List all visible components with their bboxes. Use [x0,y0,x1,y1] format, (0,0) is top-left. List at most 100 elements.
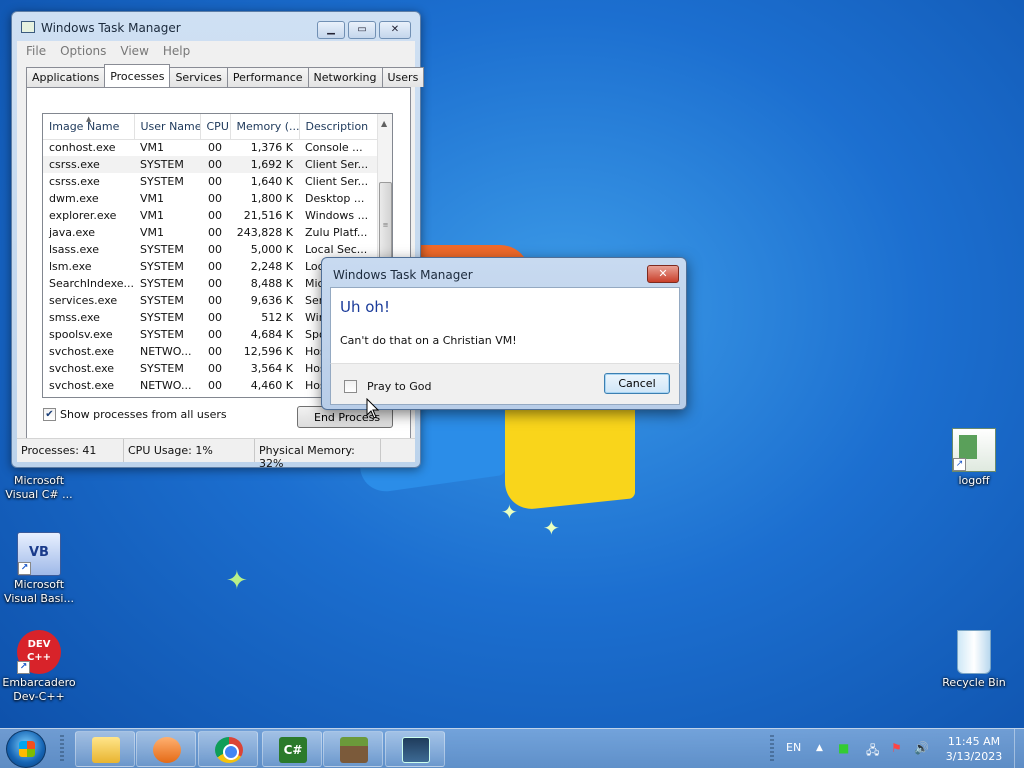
table-row[interactable]: lsass.exe SYSTEM 00 5,000 K Local Sec... [43,241,377,258]
clock-time: 11:45 AM [947,735,1001,748]
table-header-row: ▲ Image Name User Name CPU Memory (... De… [43,114,378,140]
process-memory: 21,516 K [243,209,293,222]
process-user-name: NETWO... [140,379,192,392]
desktop-icon-recycle-bin[interactable]: Recycle Bin [937,630,1011,690]
device-tray-icon[interactable]: ■ [838,741,849,755]
process-memory: 1,640 K [250,175,293,188]
process-user-name: SYSTEM [134,156,200,173]
process-image-name: svchost.exe [49,362,115,375]
show-hidden-icons-icon[interactable]: ▲ [816,743,823,753]
volume-icon[interactable]: 🔊 [914,741,929,755]
network-icon[interactable]: 🖧 [866,741,879,762]
process-description: Zulu Platf... [305,226,368,239]
tab-applications[interactable]: Applications [26,67,106,87]
checkbox-unchecked-icon[interactable] [344,380,357,393]
table-row[interactable]: csrss.exe SYSTEM 00 1,640 K Client Ser... [43,173,377,190]
process-memory: 12,596 K [243,345,293,358]
tab-networking[interactable]: Networking [307,67,383,87]
process-cpu: 00 [208,209,222,222]
column-header-cpu[interactable]: CPU [200,114,231,140]
minecraft-icon [340,737,368,763]
shortcut-arrow-icon: ↗ [17,661,30,674]
table-row[interactable]: explorer.exe VM1 00 21,516 K Windows ... [43,207,377,224]
taskbar-chrome-button[interactable] [198,731,258,767]
process-user-name: SYSTEM [140,277,184,290]
tab-services[interactable]: Services [169,67,228,87]
desktop-icon-visual-csharp[interactable]: Microsoft Visual C# ... [2,474,76,502]
process-image-name: dwm.exe [49,192,99,205]
process-image-name: lsm.exe [49,260,92,273]
process-user-name: VM1 [140,226,165,239]
table-row[interactable]: conhost.exe VM1 00 1,376 K Console ... [43,139,377,156]
show-desktop-button[interactable] [1014,729,1024,768]
desktop-icon-visual-basic[interactable]: VB ↗ Microsoft Visual Basi... [2,532,76,606]
taskbar-media-player-button[interactable] [136,731,196,767]
system-clock[interactable]: 11:45 AM 3/13/2023 [940,734,1008,764]
menu-view[interactable]: View [115,41,157,61]
column-header-memory[interactable]: Memory (... [230,114,300,140]
process-memory: 4,684 K [250,328,293,341]
show-all-processes-checkbox[interactable]: ✔ Show processes from all users [43,408,227,421]
close-button[interactable]: ✕ [379,21,411,39]
process-image-name: smss.exe [49,311,100,324]
process-description: Client Ser... [305,175,369,188]
tab-processes[interactable]: Processes [104,64,171,87]
column-header-image-name[interactable]: ▲ Image Name [43,114,135,140]
process-user-name: SYSTEM [140,362,184,375]
process-memory: 243,828 K [236,226,293,239]
checkbox-checked-icon[interactable]: ✔ [43,408,56,421]
column-header-label: Image Name [49,119,120,133]
minimize-button[interactable]: ▁ [317,21,345,39]
process-memory: 9,636 K [250,294,293,307]
taskbar-grip[interactable] [60,735,64,763]
tray-grip[interactable] [770,735,774,763]
taskbar-task-manager-button[interactable] [385,731,445,767]
dialog-close-button[interactable]: ✕ [647,265,679,283]
process-cpu: 00 [208,175,222,188]
maximize-button[interactable]: ▭ [348,21,376,39]
process-memory: 1,376 K [250,141,293,155]
start-button[interactable] [6,730,46,768]
menu-file[interactable]: File [21,41,55,61]
menu-help[interactable]: Help [158,41,199,61]
action-center-icon[interactable]: ⚑ [891,741,902,755]
process-user-name: VM1 [140,209,165,222]
tab-users[interactable]: Users [381,67,425,87]
sparkle-icon: ✦ [501,500,518,524]
process-image-name: csrss.exe [43,156,134,173]
taskbar-explorer-button[interactable] [75,731,135,767]
desktop-icon-logoff[interactable]: ↗ logoff [937,428,1011,488]
process-user-name: SYSTEM [140,175,184,188]
desktop-icon-label: Microsoft Visual Basi... [4,578,74,605]
process-image-name: java.exe [49,226,96,239]
taskbar-minecraft-button[interactable] [323,731,383,767]
table-row[interactable]: java.exe VM1 00 243,828 K Zulu Platf... [43,224,377,241]
process-user-name: SYSTEM [140,260,184,273]
process-cpu: 00 [208,243,222,256]
clock-date: 3/13/2023 [945,750,1003,763]
menu-options[interactable]: Options [55,41,115,61]
scroll-up-arrow-icon[interactable]: ▲ [381,119,387,128]
desktop-icon-dev-cpp[interactable]: DEV C++ ↗ Embarcadero Dev-C++ [2,630,76,704]
table-row[interactable]: dwm.exe VM1 00 1,800 K Desktop ... [43,190,377,207]
process-image-name: SearchIndexe... [49,277,134,290]
column-header-user-name[interactable]: User Name [134,114,201,140]
cancel-button[interactable]: Cancel [604,373,670,394]
desktop-icon-label: Microsoft Visual C# ... [5,474,73,501]
logoff-icon: ↗ [952,428,996,472]
process-memory: 2,248 K [250,260,293,273]
language-indicator[interactable]: EN [786,741,801,754]
table-row[interactable]: csrss.exe SYSTEM 00 1,692 K Client Ser... [43,156,377,173]
column-header-description[interactable]: Description [299,114,378,140]
pray-checkbox[interactable]: Pray to God [344,380,432,393]
taskbar-csharp-button[interactable]: C# [262,731,322,767]
tab-performance[interactable]: Performance [226,67,309,87]
process-user-name: SYSTEM [140,294,184,307]
process-description: Desktop ... [305,192,365,205]
task-manager-titlebar[interactable]: Windows Task Manager ▁ ▭ ✕ [12,12,420,42]
dialog-heading: Uh oh! [340,298,390,316]
sort-ascending-icon: ▲ [86,115,92,123]
status-physical-memory: Physical Memory: 32% [255,439,381,470]
process-memory: 8,488 K [250,277,293,290]
pray-checkbox-label: Pray to God [367,380,432,393]
